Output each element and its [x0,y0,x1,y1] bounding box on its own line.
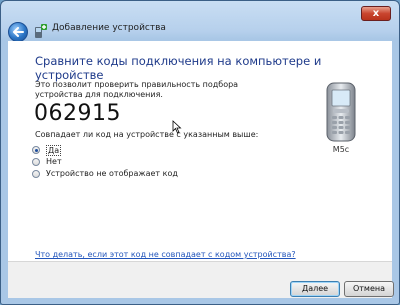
radio-button-no[interactable] [32,158,40,166]
back-arrow-icon [13,27,24,37]
radio-label-no[interactable]: Нет [46,157,62,166]
back-button[interactable] [8,22,28,42]
content-pane: Сравните коды подключения на компьютере … [8,41,392,261]
pairing-code: 062915 [34,101,121,126]
help-link[interactable]: Что делать, если этот код не совпадает с… [35,250,296,259]
radio-button-no-code[interactable] [32,170,40,178]
device-add-icon [35,24,47,38]
device-name: M5c [332,145,350,154]
close-button[interactable]: x [361,6,391,21]
add-device-window: Добавление устройства x Сравните коды по… [0,0,400,305]
title-bar: Добавление устройства x [1,1,399,42]
description-text: Это позволит проверить правильность подб… [35,80,239,99]
radio-label-no-code[interactable]: Устройство не отображает код [46,169,178,178]
radio-button-yes[interactable] [32,146,40,154]
radio-label-yes[interactable]: Да [46,145,62,156]
cancel-button[interactable]: Отмена [344,281,394,297]
page-heading: Сравните коды подключения на компьютере … [35,54,322,82]
mobile-phone-icon [326,82,356,142]
close-icon: x [372,8,380,19]
next-button[interactable]: Далее [290,281,340,297]
window-title: Добавление устройства [52,23,166,33]
mouse-cursor-icon [172,120,182,134]
button-bar: Далее Отмена [8,261,394,298]
question-text: Совпадает ли код на устройстве с указанн… [35,130,259,139]
